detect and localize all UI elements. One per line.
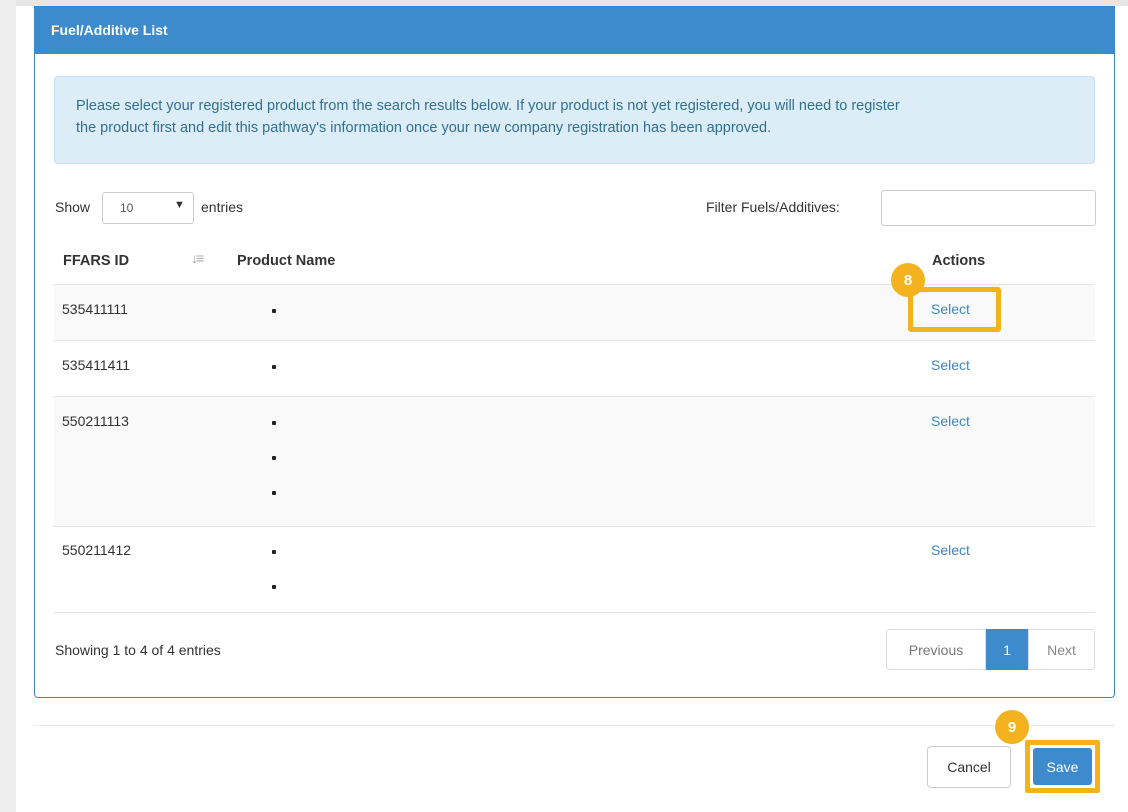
ffars-id-cell: 535411111 [62,301,128,317]
product-name-bullet [272,309,276,313]
step-9-callout: 9 [995,710,1029,744]
product-name-bullet [272,421,276,425]
filter-label: Filter Fuels/Additives: [706,199,840,215]
show-label: Show [55,199,91,215]
cancel-button[interactable]: Cancel [927,746,1011,788]
save-button-highlight: Save [1025,740,1100,793]
table-row: 550211113 Select [54,396,1095,526]
product-name-bullet [272,550,276,554]
column-header-actions[interactable]: Actions [932,253,985,269]
table-info: Showing 1 to 4 of 4 entries [55,642,221,658]
entries-label: entries [201,199,244,215]
product-name-bullet [272,585,276,589]
footer-divider [34,725,1115,726]
sort-icon[interactable]: ↓≡ [191,250,204,266]
table-row: 535411411 Select [54,340,1095,396]
filter-input[interactable] [881,190,1096,226]
left-edge [0,0,16,812]
column-header-product-name[interactable]: Product Name [237,253,335,269]
select-link[interactable]: Select [931,357,970,373]
select-link[interactable]: Select [931,413,970,429]
table-bottom-border [54,612,1095,613]
select-highlight-box [908,287,1001,332]
ffars-id-cell: 550211113 [62,413,129,429]
pagination: Previous 1 Next [886,629,1095,670]
panel-title: Fuel/Additive List [34,6,1115,54]
next-page-button[interactable]: Next [1028,629,1095,670]
entries-per-page-select[interactable]: 10 ▼ [102,192,194,224]
table-row: 550211412 Select [54,526,1095,612]
alert-line-2: the product first and edit this pathway'… [76,120,772,136]
save-button[interactable]: Save [1033,748,1092,785]
info-alert: Please select your registered product fr… [54,76,1095,164]
column-header-ffars-id[interactable]: FFARS ID [63,253,129,269]
entries-select-value: 10 [120,201,134,215]
product-name-bullet [272,365,276,369]
select-link[interactable]: Select [931,542,970,558]
page-1-button[interactable]: 1 [986,629,1028,670]
alert-line-1: Please select your registered product fr… [76,98,900,114]
product-name-bullet [272,491,276,495]
chevron-down-icon: ▼ [174,199,185,211]
ffars-id-cell: 550211412 [62,542,132,558]
ffars-id-cell: 535411411 [62,357,130,373]
step-8-callout: 8 [891,263,925,297]
product-name-bullet [272,456,276,460]
previous-page-button[interactable]: Previous [886,629,986,670]
